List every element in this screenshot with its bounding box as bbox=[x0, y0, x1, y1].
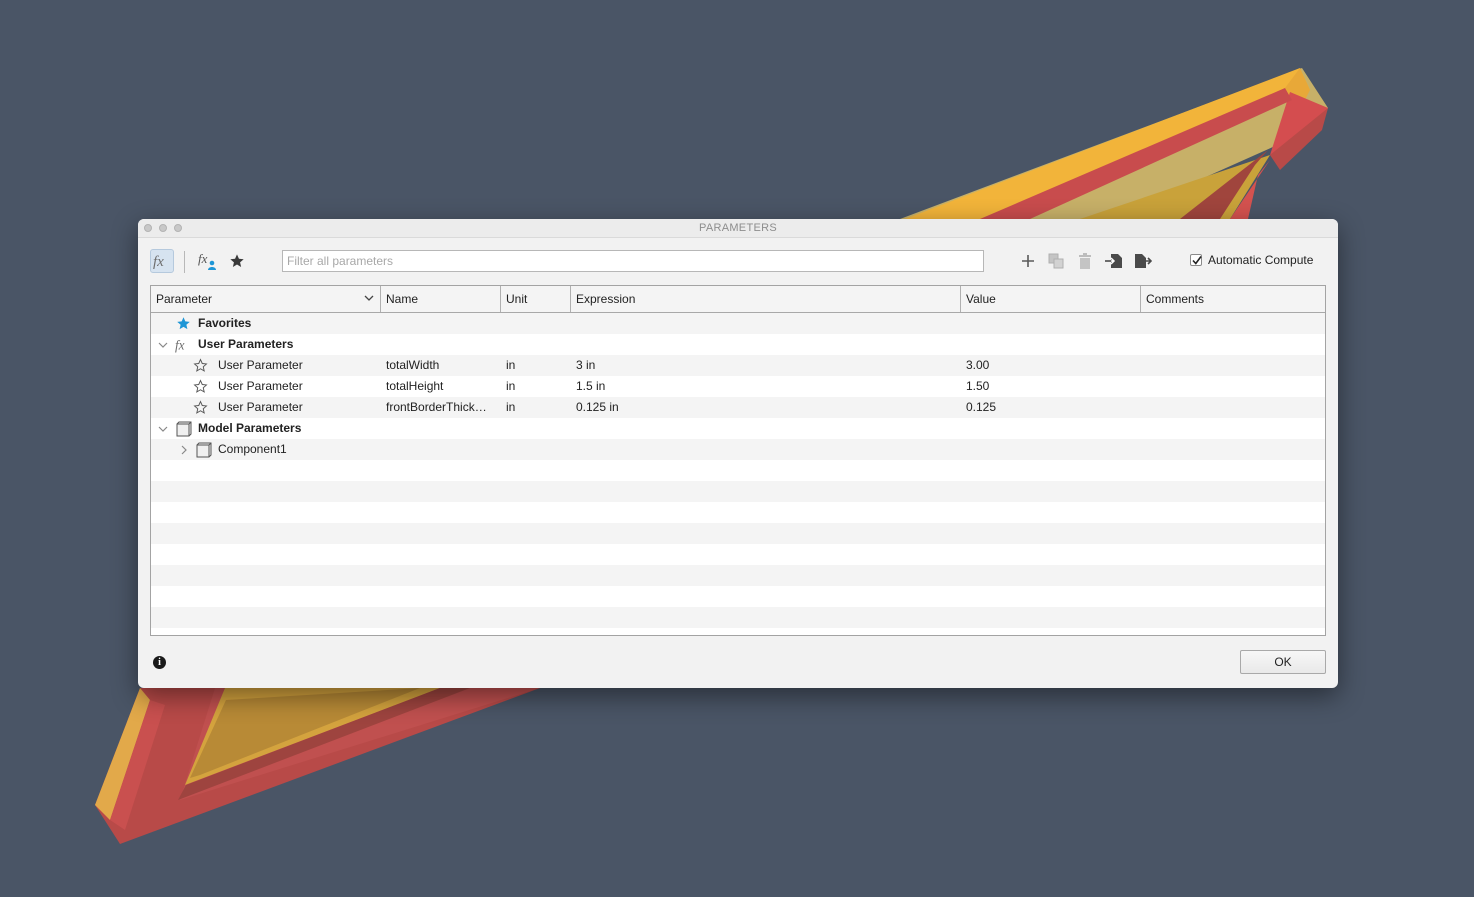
ok-button[interactable]: OK bbox=[1240, 650, 1326, 674]
empty-row bbox=[151, 628, 1325, 635]
copy-icon bbox=[1048, 253, 1064, 269]
info-icon[interactable]: i bbox=[153, 656, 166, 669]
table-row[interactable]: User Parameter totalHeight in 1.5 in 1.5… bbox=[151, 376, 1325, 397]
empty-row bbox=[151, 565, 1325, 586]
table-header: Parameter Name Unit Expression Value Com… bbox=[151, 286, 1325, 313]
empty-row bbox=[151, 523, 1325, 544]
table-row[interactable]: User Parameter totalWidth in 3 in 3.00 bbox=[151, 355, 1325, 376]
svg-text:fx: fx bbox=[175, 337, 185, 352]
automatic-compute-label: Automatic Compute bbox=[1208, 253, 1314, 267]
table-body: Favorites fx User Parameters User Parame… bbox=[151, 313, 1325, 635]
export-icon bbox=[1135, 254, 1152, 268]
column-header-comments[interactable]: Comments bbox=[1141, 286, 1325, 312]
automatic-compute-checkbox[interactable] bbox=[1190, 254, 1202, 266]
fx-icon: fx bbox=[153, 254, 164, 269]
parameter-type: User Parameter bbox=[218, 400, 303, 414]
delete-parameter-button[interactable] bbox=[1074, 249, 1096, 273]
plus-icon bbox=[1022, 255, 1034, 267]
group-row-user-parameters[interactable]: fx User Parameters bbox=[151, 334, 1325, 355]
column-header-unit[interactable]: Unit bbox=[501, 286, 571, 312]
parameters-dialog: PARAMETERS fx fx Filter all parameters A… bbox=[138, 219, 1338, 688]
star-outline-icon[interactable] bbox=[192, 378, 209, 395]
component-row[interactable]: Component1 bbox=[151, 439, 1325, 460]
favorites-filter-button[interactable] bbox=[225, 249, 249, 273]
group-label: Model Parameters bbox=[198, 421, 302, 435]
toolbar-divider bbox=[184, 251, 185, 273]
parameter-name[interactable]: totalWidth bbox=[386, 355, 496, 376]
empty-row bbox=[151, 481, 1325, 502]
used-parameters-filter-button[interactable]: fx bbox=[196, 249, 220, 273]
empty-row bbox=[151, 586, 1325, 607]
group-label: User Parameters bbox=[198, 337, 294, 351]
column-header-parameter[interactable]: Parameter bbox=[151, 286, 381, 312]
parameter-value: 1.50 bbox=[966, 379, 990, 393]
import-parameters-button[interactable] bbox=[1103, 249, 1125, 273]
copy-parameter-button[interactable] bbox=[1045, 249, 1067, 273]
parameter-type: User Parameter bbox=[218, 379, 303, 393]
user-parameters-filter-button[interactable]: fx bbox=[150, 249, 174, 273]
chevron-right-icon[interactable] bbox=[175, 441, 192, 458]
parameter-name[interactable]: frontBorderThick… bbox=[386, 397, 496, 418]
parameters-table: Parameter Name Unit Expression Value Com… bbox=[150, 285, 1326, 636]
parameter-value: 0.125 bbox=[966, 400, 997, 414]
star-outline-icon[interactable] bbox=[192, 399, 209, 416]
table-row[interactable]: User Parameter frontBorderThick… in 0.12… bbox=[151, 397, 1325, 418]
parameter-type: User Parameter bbox=[218, 358, 303, 372]
trash-icon bbox=[1079, 253, 1091, 269]
chevron-down-icon[interactable] bbox=[154, 420, 171, 437]
automatic-compute-toggle[interactable]: Automatic Compute bbox=[1190, 253, 1313, 267]
title-bar[interactable]: PARAMETERS bbox=[138, 219, 1338, 238]
empty-row bbox=[151, 544, 1325, 565]
group-row-model-parameters[interactable]: Model Parameters bbox=[151, 418, 1325, 439]
parameter-name[interactable]: totalHeight bbox=[386, 376, 496, 397]
empty-row bbox=[151, 502, 1325, 523]
favorites-star-icon bbox=[175, 315, 192, 332]
column-header-name[interactable]: Name bbox=[381, 286, 501, 312]
component-icon bbox=[195, 441, 212, 458]
star-outline-icon[interactable] bbox=[192, 357, 209, 374]
fx-user-icon: fx bbox=[198, 251, 216, 270]
parameter-unit[interactable]: in bbox=[506, 397, 515, 418]
filter-parameters-input[interactable] bbox=[282, 250, 984, 272]
export-parameters-button[interactable] bbox=[1132, 249, 1154, 273]
chevron-down-icon[interactable] bbox=[154, 336, 171, 353]
group-label: Favorites bbox=[198, 316, 252, 330]
chevron-down-icon[interactable] bbox=[364, 294, 374, 302]
column-header-expression[interactable]: Expression bbox=[571, 286, 961, 312]
dialog-title: PARAMETERS bbox=[699, 222, 777, 234]
parameter-expression[interactable]: 0.125 in bbox=[576, 397, 619, 418]
svg-text:fx: fx bbox=[153, 254, 164, 269]
model-box-icon bbox=[175, 420, 192, 437]
parameter-unit[interactable]: in bbox=[506, 355, 515, 376]
group-row-favorites[interactable]: Favorites bbox=[151, 313, 1325, 334]
add-parameter-button[interactable] bbox=[1017, 249, 1039, 273]
checkmark-icon bbox=[1192, 256, 1202, 265]
column-header-value[interactable]: Value bbox=[961, 286, 1141, 312]
import-icon bbox=[1105, 254, 1122, 268]
fx-icon: fx bbox=[175, 336, 192, 353]
star-icon bbox=[230, 254, 244, 267]
empty-row bbox=[151, 460, 1325, 481]
parameter-value: 3.00 bbox=[966, 358, 990, 372]
parameter-expression[interactable]: 3 in bbox=[576, 355, 595, 376]
parameter-unit[interactable]: in bbox=[506, 376, 515, 397]
empty-row bbox=[151, 607, 1325, 628]
svg-text:fx: fx bbox=[198, 251, 208, 266]
component-label: Component1 bbox=[218, 442, 287, 456]
parameter-expression[interactable]: 1.5 in bbox=[576, 376, 605, 397]
